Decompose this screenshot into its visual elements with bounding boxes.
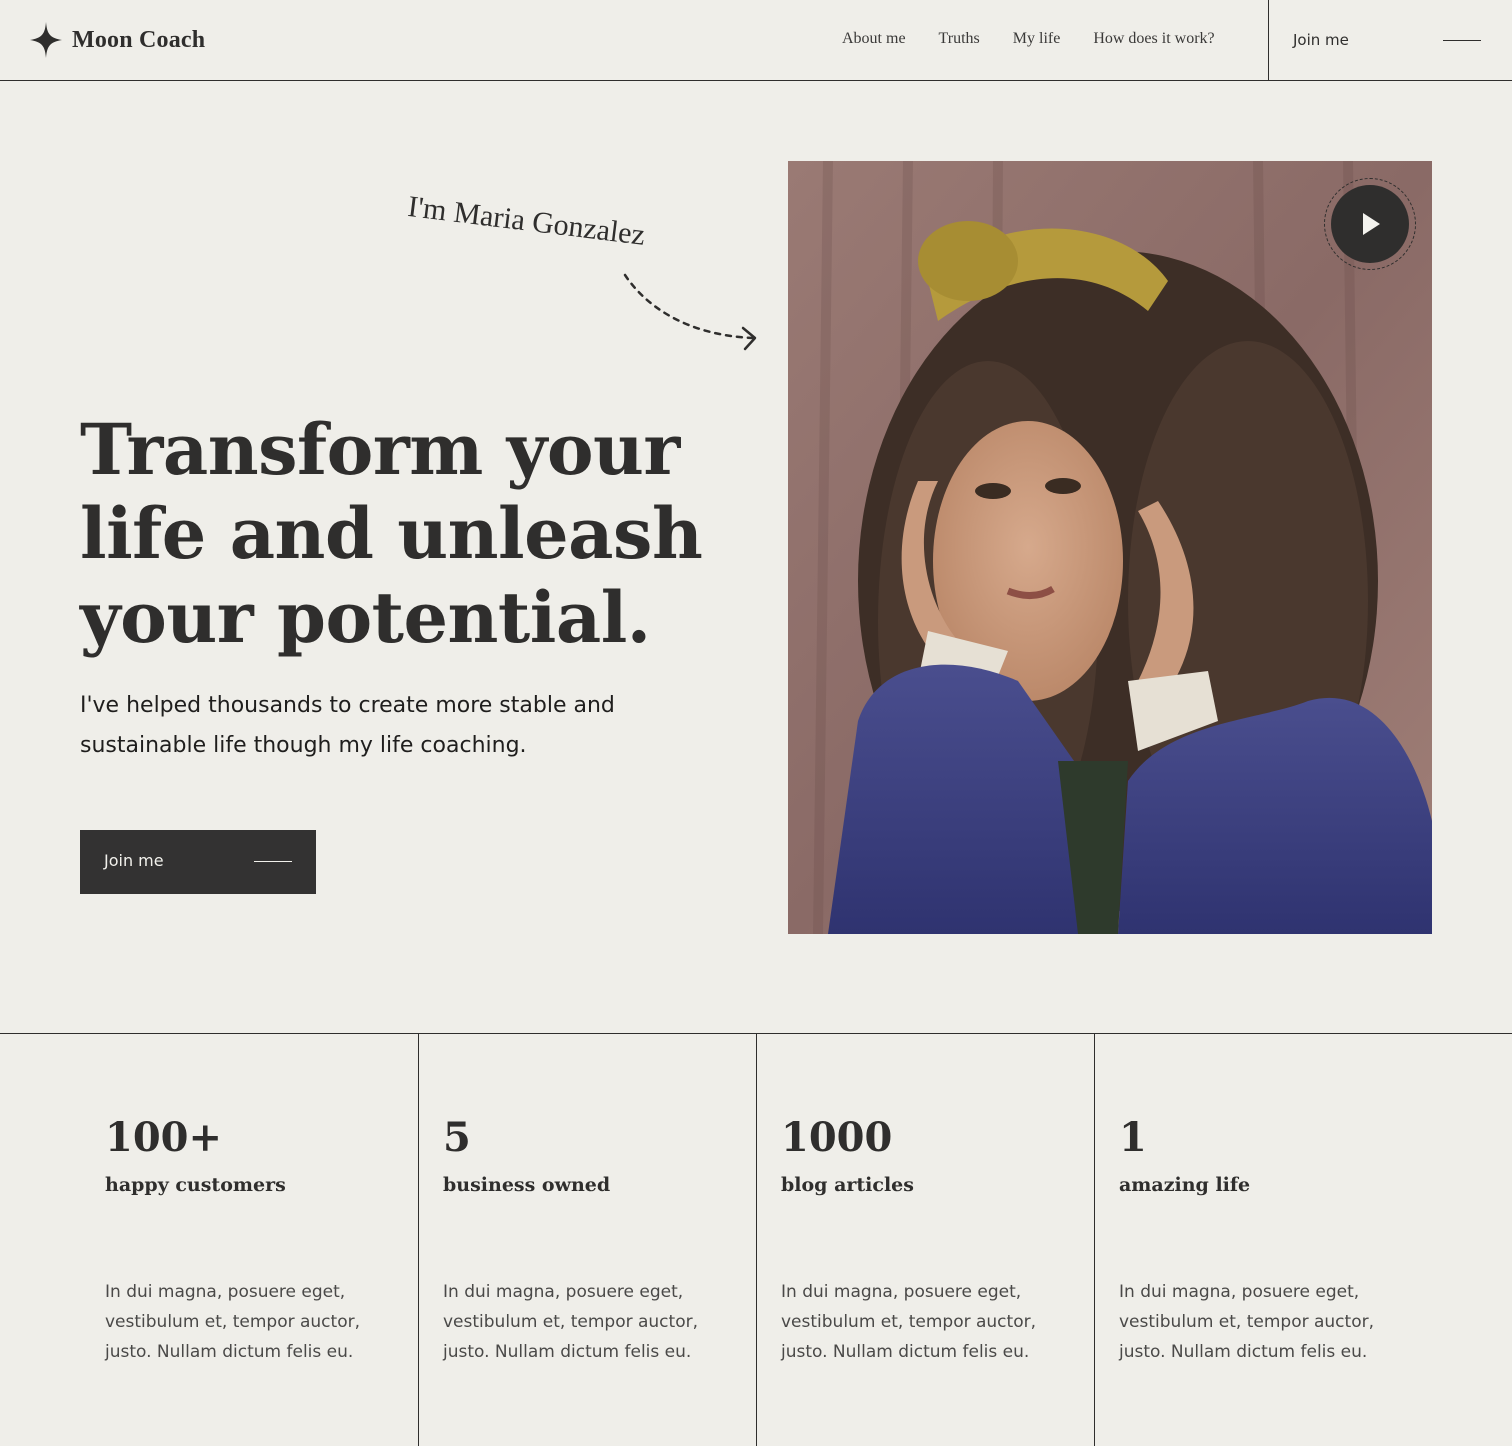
stat-number: 5 — [443, 1114, 471, 1161]
stat-number: 100+ — [105, 1114, 223, 1161]
stats-section: 100+ happy customers In dui magna, posue… — [0, 1033, 1512, 1446]
nav-how-it-works[interactable]: How does it work? — [1093, 30, 1214, 48]
stat-card: 100+ happy customers In dui magna, posue… — [0, 1034, 419, 1446]
stat-description: In dui magna, posuere eget, vestibulum e… — [443, 1282, 698, 1362]
stat-description: In dui magna, posuere eget, vestibulum e… — [1119, 1282, 1374, 1362]
hero-headline: Transform your life and unleash your pot… — [80, 408, 703, 659]
header-join-button[interactable]: Join me — [1268, 0, 1512, 80]
dashed-arrow-icon — [623, 273, 757, 351]
line-arrow-icon — [254, 861, 292, 862]
logo[interactable]: Moon Coach — [30, 22, 205, 58]
portrait-photo — [788, 161, 1432, 934]
play-icon — [1363, 213, 1380, 235]
stat-label: amazing life — [1119, 1174, 1251, 1196]
hero-subtext: I've helped thousands to create more sta… — [80, 693, 615, 758]
logo-text: Moon Coach — [72, 26, 206, 53]
four-point-star-icon — [30, 22, 62, 58]
stat-description: In dui magna, posuere eget, vestibulum e… — [105, 1282, 360, 1362]
main-nav: About me Truths My life How does it work… — [842, 30, 1248, 48]
stat-card: 5 business owned In dui magna, posuere e… — [419, 1034, 757, 1446]
join-me-button[interactable]: Join me — [80, 830, 316, 894]
stat-label: blog articles — [781, 1174, 914, 1196]
intro-signature: I'm Maria Gonzalez — [405, 190, 647, 252]
stat-description: In dui magna, posuere eget, vestibulum e… — [781, 1282, 1036, 1362]
stat-card: 1 amazing life In dui magna, posuere ege… — [1095, 1034, 1512, 1446]
play-button-circle — [1331, 185, 1409, 263]
stat-label: business owned — [443, 1174, 611, 1196]
stat-label: happy customers — [105, 1174, 286, 1196]
stat-card: 1000 blog articles In dui magna, posuere… — [757, 1034, 1095, 1446]
header-join-label: Join me — [1293, 31, 1349, 49]
stat-number: 1000 — [781, 1114, 893, 1161]
nav-my-life[interactable]: My life — [1013, 30, 1061, 48]
join-me-label: Join me — [104, 851, 164, 870]
stat-number: 1 — [1119, 1114, 1147, 1161]
line-arrow-icon — [1443, 40, 1481, 41]
site-header: Moon Coach About me Truths My life How d… — [0, 0, 1512, 81]
play-video-button[interactable] — [1324, 178, 1416, 270]
nav-about-me[interactable]: About me — [842, 30, 906, 48]
nav-truths[interactable]: Truths — [939, 30, 980, 48]
